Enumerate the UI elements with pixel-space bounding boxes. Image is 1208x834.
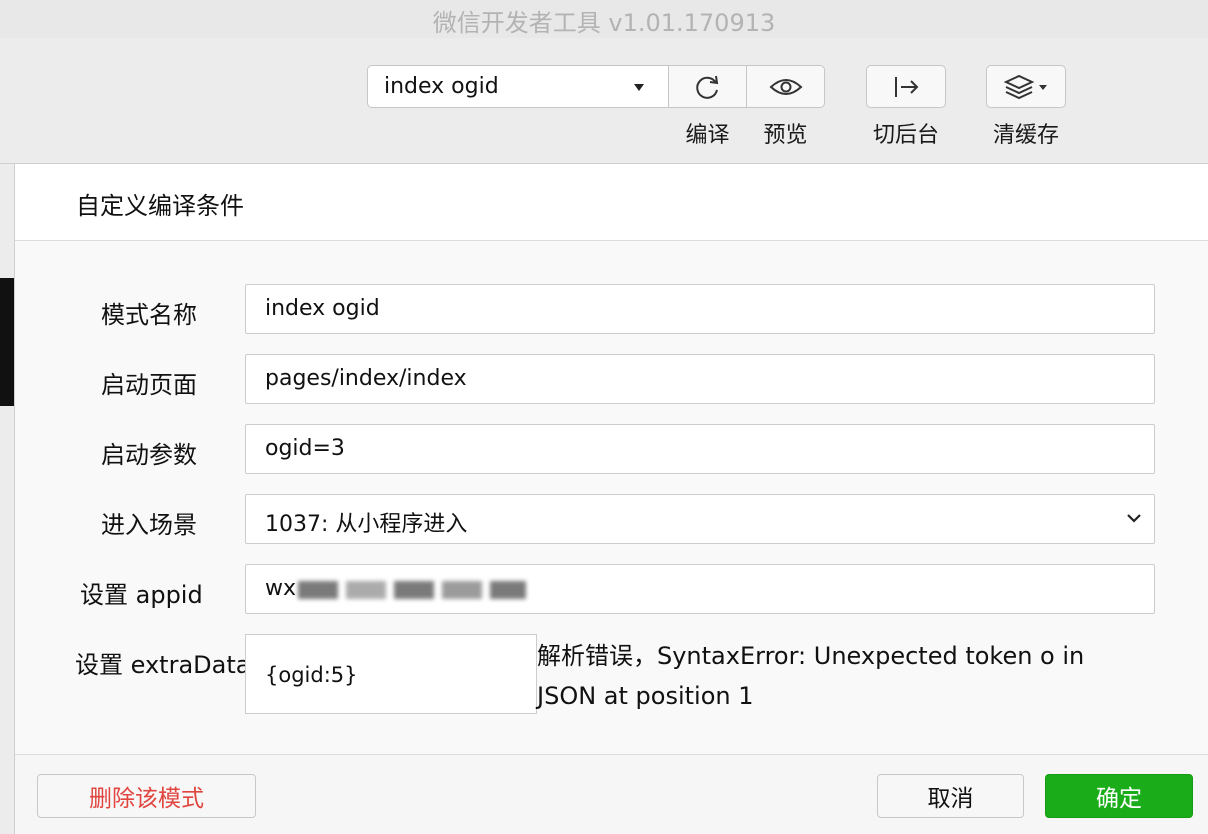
compile-mode-select[interactable]: index ogid (367, 65, 669, 108)
switch-background-button[interactable] (866, 65, 946, 108)
delete-mode-button[interactable]: 删除该模式 (37, 774, 256, 818)
mode-name-value: index ogid (265, 296, 380, 321)
compile-mode-value: index ogid (384, 74, 499, 99)
extra-data-value: {ogid:5} (265, 663, 358, 687)
start-params-value: ogid=3 (265, 436, 345, 461)
mode-name-input[interactable]: index ogid (245, 284, 1155, 334)
switch-background-label: 切后台 (872, 123, 939, 148)
scene-value: 1037: 从小程序进入 (265, 512, 468, 537)
custom-compile-dialog: 自定义编译条件 模式名称 index ogid 启动页面 pages/index… (14, 164, 1208, 834)
dialog-header: 自定义编译条件 (15, 164, 1208, 241)
start-params-label: 启动参数 (101, 441, 197, 469)
title-bar: 微信开发者工具 v1.01.170913 (0, 0, 1208, 38)
appid-label: 设置 appid (80, 581, 203, 609)
simulator-edge (0, 278, 14, 406)
scene-select[interactable]: 1037: 从小程序进入 (245, 494, 1155, 544)
chevron-down-icon (1126, 510, 1142, 530)
toolbar: index ogid 编译 预览 切后台 清缓存 (0, 38, 1208, 164)
clear-cache-button[interactable] (986, 65, 1066, 108)
cancel-button[interactable]: 取消 (877, 774, 1024, 818)
dialog-footer: 删除该模式 取消 确定 (15, 754, 1208, 834)
window-title: 微信开发者工具 v1.01.170913 (432, 9, 776, 37)
mode-name-label: 模式名称 (101, 301, 197, 329)
preview-button[interactable] (746, 65, 825, 108)
appid-input[interactable]: wx (245, 564, 1155, 614)
start-params-input[interactable]: ogid=3 (245, 424, 1155, 474)
layers-icon (1003, 74, 1049, 100)
refresh-icon (694, 73, 722, 101)
clear-cache-label: 清缓存 (992, 123, 1059, 148)
extra-data-input[interactable]: {ogid:5} (245, 634, 537, 714)
start-page-value: pages/index/index (265, 366, 467, 391)
caret-down-icon (634, 84, 644, 91)
start-page-label: 启动页面 (101, 371, 197, 399)
start-page-input[interactable]: pages/index/index (245, 354, 1155, 404)
confirm-button[interactable]: 确定 (1045, 774, 1193, 818)
switch-background-icon (891, 74, 921, 100)
dialog-title: 自定义编译条件 (76, 192, 244, 220)
compile-button[interactable] (668, 65, 747, 108)
eye-icon (769, 76, 803, 98)
preview-label: 预览 (763, 123, 808, 148)
appid-prefix: wx (265, 576, 297, 601)
compile-label: 编译 (685, 123, 730, 148)
extra-data-label: 设置 extraData (75, 651, 251, 679)
extra-data-error: 解析错误，SyntaxError: Unexpected token o in … (537, 642, 1085, 710)
scene-label: 进入场景 (101, 511, 197, 539)
